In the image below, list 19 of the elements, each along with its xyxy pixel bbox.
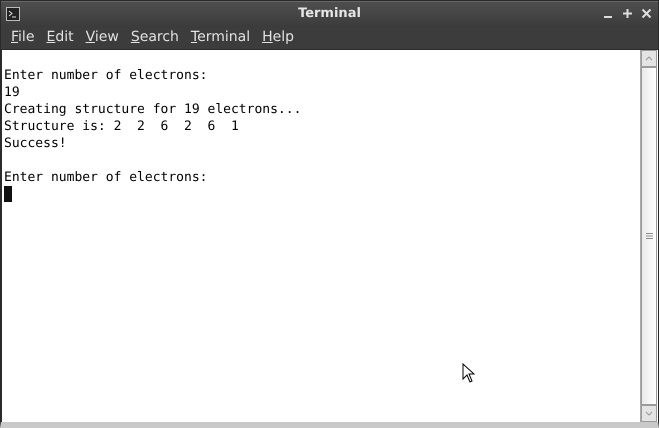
menu-item[interactable]: View xyxy=(80,27,125,47)
maximize-button[interactable] xyxy=(622,8,633,19)
menu-item[interactable]: File xyxy=(5,27,40,47)
terminal-icon xyxy=(6,6,20,20)
terminal-line: Structure is: 2 2 6 2 6 1 xyxy=(4,118,239,135)
terminal-line: Enter number of electrons: xyxy=(4,67,208,84)
menu-item[interactable]: Help xyxy=(256,27,300,47)
terminal-line: Enter number of electrons: xyxy=(4,169,208,186)
window-title: Terminal xyxy=(298,6,361,21)
grip-icon xyxy=(646,233,652,239)
mouse-pointer-icon xyxy=(462,363,475,383)
terminal-line: Creating structure for 19 electrons... xyxy=(4,101,302,118)
menu-item[interactable]: Search xyxy=(124,27,185,47)
terminal-line: 19 xyxy=(4,84,20,101)
menu-item[interactable]: Terminal xyxy=(184,27,256,47)
text-cursor xyxy=(4,186,12,202)
terminal-line: Success! xyxy=(4,135,67,152)
menu-item[interactable]: Edit xyxy=(40,27,80,47)
close-button[interactable] xyxy=(641,8,652,19)
